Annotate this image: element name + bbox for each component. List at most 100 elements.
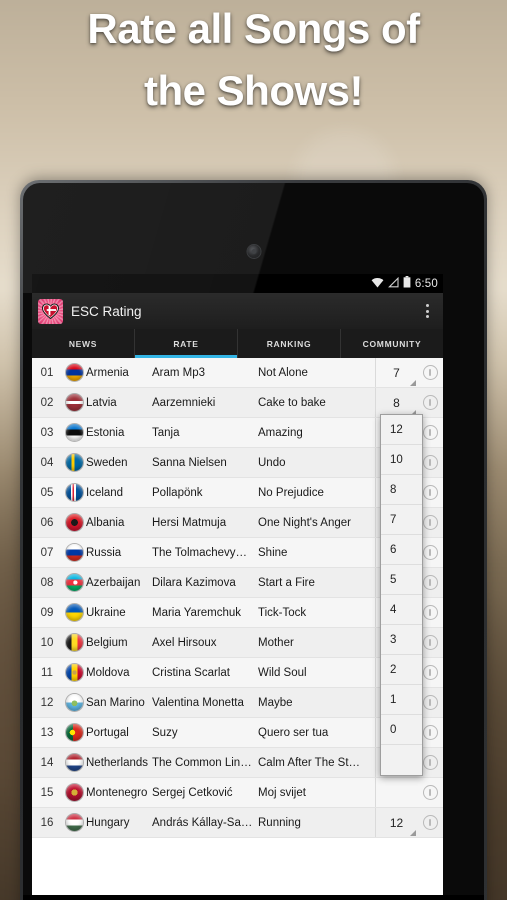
country-name: Moldova bbox=[86, 666, 130, 679]
artist-name: Sergej Ćetković bbox=[152, 786, 233, 799]
dropdown-option[interactable] bbox=[381, 745, 422, 775]
dropdown-option[interactable]: 2 bbox=[381, 655, 422, 685]
artist-name: Axel Hirsoux bbox=[152, 636, 217, 649]
dropdown-option[interactable]: 0 bbox=[381, 715, 422, 745]
info-icon bbox=[422, 785, 438, 800]
flag-ukraine-icon bbox=[65, 604, 83, 621]
tab-community[interactable]: COMMUNITY bbox=[341, 329, 443, 358]
artist-name: Dilara Kazimova bbox=[152, 576, 236, 589]
row-index: 15 bbox=[40, 786, 54, 799]
row-index: 02 bbox=[40, 396, 54, 409]
score-value: 8 bbox=[393, 395, 400, 410]
flag-cell bbox=[62, 724, 86, 741]
info-icon bbox=[422, 485, 438, 500]
score-spinner[interactable]: 8 bbox=[375, 388, 417, 417]
overflow-menu-icon[interactable] bbox=[417, 298, 437, 324]
dropdown-option[interactable]: 5 bbox=[381, 565, 422, 595]
song-rating-list[interactable]: 01 Armenia Aram Mp3 Not Alone 7 02 Latvia Aarze… bbox=[32, 358, 443, 838]
country-name: Russia bbox=[86, 546, 122, 559]
country-name: Netherlands bbox=[86, 756, 149, 769]
artist-name: Hersi Matmuja bbox=[152, 516, 227, 529]
flag-cell bbox=[62, 814, 86, 831]
promo-headline: Rate all Songs of the Shows! bbox=[0, 8, 507, 112]
song-title: Running bbox=[258, 816, 301, 829]
dropdown-option[interactable]: 3 bbox=[381, 625, 422, 655]
song-title: Not Alone bbox=[258, 366, 308, 379]
dropdown-option[interactable]: 7 bbox=[381, 505, 422, 535]
device-bezel: 6:50 ESC Rating NEWS RATE RANKING COMMUN… bbox=[23, 183, 484, 900]
country-name: San Marino bbox=[86, 696, 145, 709]
song-title: Calm After The St… bbox=[258, 756, 361, 769]
headline-line-1: Rate all Songs of bbox=[87, 5, 420, 52]
artist-name: Sanna Nielsen bbox=[152, 456, 227, 469]
country-name: Armenia bbox=[86, 366, 129, 379]
info-button[interactable] bbox=[417, 395, 443, 410]
status-bar: 6:50 bbox=[32, 274, 443, 293]
row-index: 07 bbox=[40, 546, 54, 559]
song-title: Amazing bbox=[258, 426, 303, 439]
artist-name: Valentina Monetta bbox=[152, 696, 244, 709]
flag-azerbaijan-icon bbox=[65, 574, 83, 591]
table-row[interactable]: 16 Hungary András Kállay-Sa… Running 12 bbox=[32, 808, 443, 838]
row-index: 12 bbox=[40, 696, 54, 709]
dropdown-option[interactable]: 4 bbox=[381, 595, 422, 625]
row-index: 05 bbox=[40, 486, 54, 499]
status-clock: 6:50 bbox=[414, 277, 438, 290]
dropdown-option[interactable]: 8 bbox=[381, 475, 422, 505]
info-button[interactable] bbox=[417, 365, 443, 380]
score-value: 7 bbox=[393, 365, 400, 380]
info-icon bbox=[422, 425, 438, 440]
dropdown-option[interactable]: 12 bbox=[381, 415, 422, 445]
tab-ranking[interactable]: RANKING bbox=[238, 329, 341, 358]
dropdown-caret-icon bbox=[410, 830, 416, 836]
tab-news[interactable]: NEWS bbox=[32, 329, 135, 358]
dropdown-caret-icon bbox=[410, 380, 416, 386]
front-camera-icon bbox=[247, 245, 260, 258]
artist-name: András Kállay-Sa… bbox=[152, 816, 253, 829]
artist-name: Cristina Scarlat bbox=[152, 666, 230, 679]
info-icon bbox=[422, 815, 438, 830]
score-dropdown-menu[interactable]: 12 10 8 7 6 5 4 3 2 1 0 bbox=[380, 414, 423, 776]
table-row[interactable]: 01 Armenia Aram Mp3 Not Alone 7 bbox=[32, 358, 443, 388]
info-button[interactable] bbox=[417, 785, 443, 800]
table-row[interactable]: 15 Montenegro Sergej Ćetković Moj svijet bbox=[32, 778, 443, 808]
row-index: 03 bbox=[40, 426, 54, 439]
country-name: Latvia bbox=[86, 396, 117, 409]
tab-rate[interactable]: RATE bbox=[135, 329, 238, 358]
tab-ranking-label: RANKING bbox=[266, 338, 312, 349]
info-icon bbox=[422, 695, 438, 710]
info-button[interactable] bbox=[417, 815, 443, 830]
country-name: Estonia bbox=[86, 426, 125, 439]
info-icon bbox=[422, 755, 438, 770]
flag-sweden-icon bbox=[65, 454, 83, 471]
flag-cell bbox=[62, 424, 86, 441]
country-name: Portugal bbox=[86, 726, 129, 739]
dropdown-option[interactable]: 1 bbox=[381, 685, 422, 715]
dropdown-option[interactable]: 6 bbox=[381, 535, 422, 565]
tab-news-label: NEWS bbox=[68, 338, 98, 349]
flag-armenia-icon bbox=[65, 364, 83, 381]
flag-iceland-icon bbox=[65, 484, 83, 501]
info-icon bbox=[422, 395, 438, 410]
country-name: Sweden bbox=[86, 456, 128, 469]
country-name: Albania bbox=[86, 516, 125, 529]
song-title: No Prejudice bbox=[258, 486, 324, 499]
song-title: One Night's Anger bbox=[258, 516, 351, 529]
song-title: Cake to bake bbox=[258, 396, 326, 409]
artist-name: Aram Mp3 bbox=[152, 366, 206, 379]
song-title: Wild Soul bbox=[258, 666, 307, 679]
song-title: Maybe bbox=[258, 696, 293, 709]
info-icon bbox=[422, 635, 438, 650]
artist-name: Maria Yaremchuk bbox=[152, 606, 242, 619]
score-spinner[interactable] bbox=[375, 778, 417, 807]
score-value: 12 bbox=[389, 815, 404, 830]
flag-cell bbox=[62, 664, 86, 681]
score-spinner[interactable]: 12 bbox=[375, 808, 417, 837]
dropdown-option[interactable]: 10 bbox=[381, 445, 422, 475]
score-spinner[interactable]: 7 bbox=[375, 358, 417, 387]
song-title: Shine bbox=[258, 546, 288, 559]
row-index: 01 bbox=[40, 366, 54, 379]
flag-cell bbox=[62, 604, 86, 621]
country-name: Iceland bbox=[86, 486, 124, 499]
row-index: 10 bbox=[40, 636, 54, 649]
